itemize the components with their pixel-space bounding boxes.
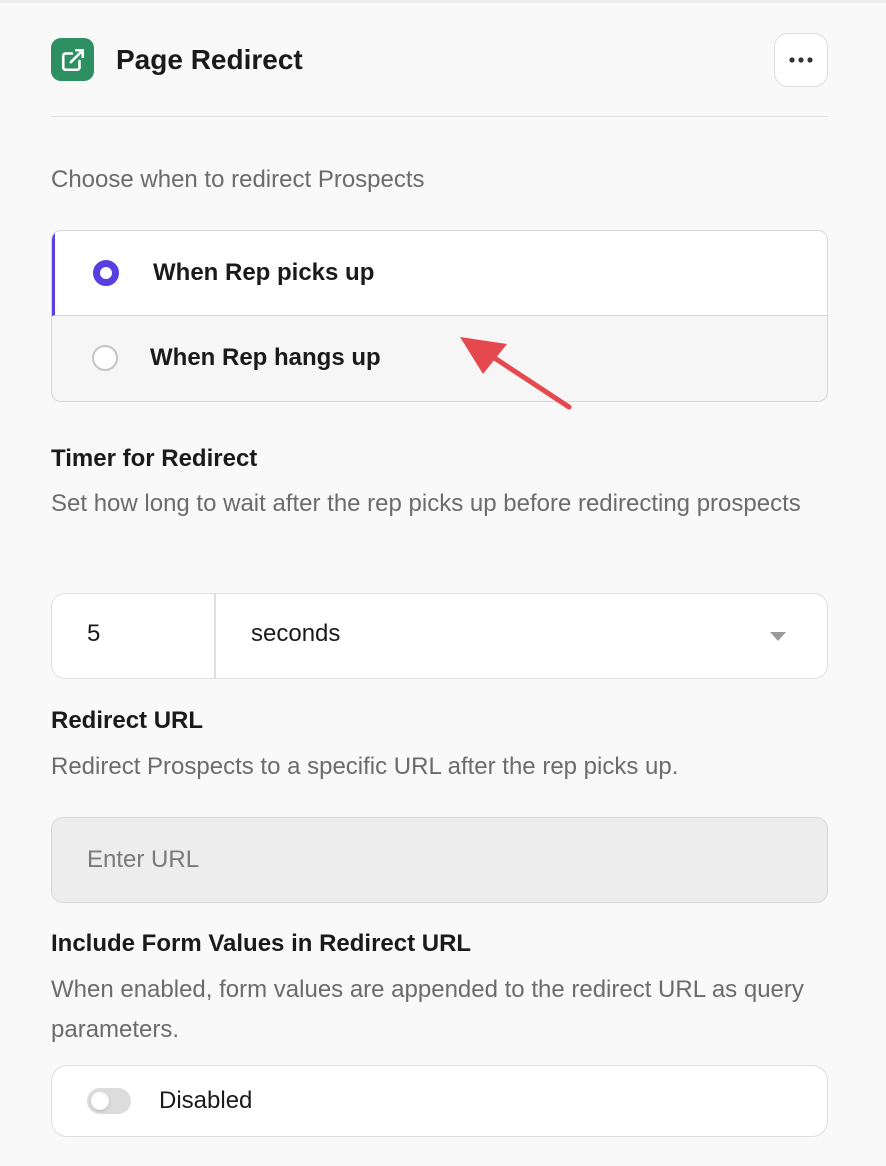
radio-label: When Rep picks up xyxy=(153,259,375,286)
timer-unit-select[interactable]: seconds xyxy=(251,620,340,648)
chevron-down-icon[interactable] xyxy=(770,632,786,641)
radio-option-rep-picks-up[interactable]: When Rep picks up xyxy=(52,231,827,316)
form-values-heading: Include Form Values in Redirect URL xyxy=(51,930,472,957)
radio-option-rep-hangs-up[interactable]: When Rep hangs up xyxy=(52,316,827,401)
top-border xyxy=(0,0,886,3)
toggle-knob xyxy=(91,1092,109,1110)
redirect-url-description: Redirect Prospects to a specific URL aft… xyxy=(51,753,679,780)
more-options-button[interactable] xyxy=(774,33,828,87)
annotation-arrow-icon xyxy=(460,337,572,410)
header-divider xyxy=(51,116,828,117)
form-values-description: When enabled, form values are appended t… xyxy=(51,976,804,1043)
page-title: Page Redirect xyxy=(116,44,303,75)
timer-description: Set how long to wait after the rep picks… xyxy=(51,490,801,517)
external-link-icon xyxy=(51,38,94,81)
timer-heading: Timer for Redirect xyxy=(51,445,258,472)
timer-separator xyxy=(214,594,216,678)
more-horizontal-icon xyxy=(789,57,813,63)
redirect-when-prompt: Choose when to redirect Prospects xyxy=(51,166,425,193)
radio-selected-indicator[interactable] xyxy=(93,260,119,286)
toggle-state-label: Disabled xyxy=(159,1087,253,1114)
radio-label: When Rep hangs up xyxy=(150,344,381,371)
radio-unselected-indicator[interactable] xyxy=(92,345,118,371)
panel-header: Page Redirect xyxy=(51,33,828,89)
redirect-url-input[interactable] xyxy=(51,817,828,903)
timer-input-group: 5 seconds xyxy=(51,593,828,679)
form-values-toggle-container: Disabled xyxy=(51,1065,828,1137)
redirect-when-radio-group: When Rep picks up When Rep hangs up xyxy=(51,230,828,402)
timer-value-input[interactable]: 5 xyxy=(87,620,100,648)
form-values-toggle[interactable] xyxy=(87,1088,131,1114)
redirect-url-heading: Redirect URL xyxy=(51,707,204,734)
